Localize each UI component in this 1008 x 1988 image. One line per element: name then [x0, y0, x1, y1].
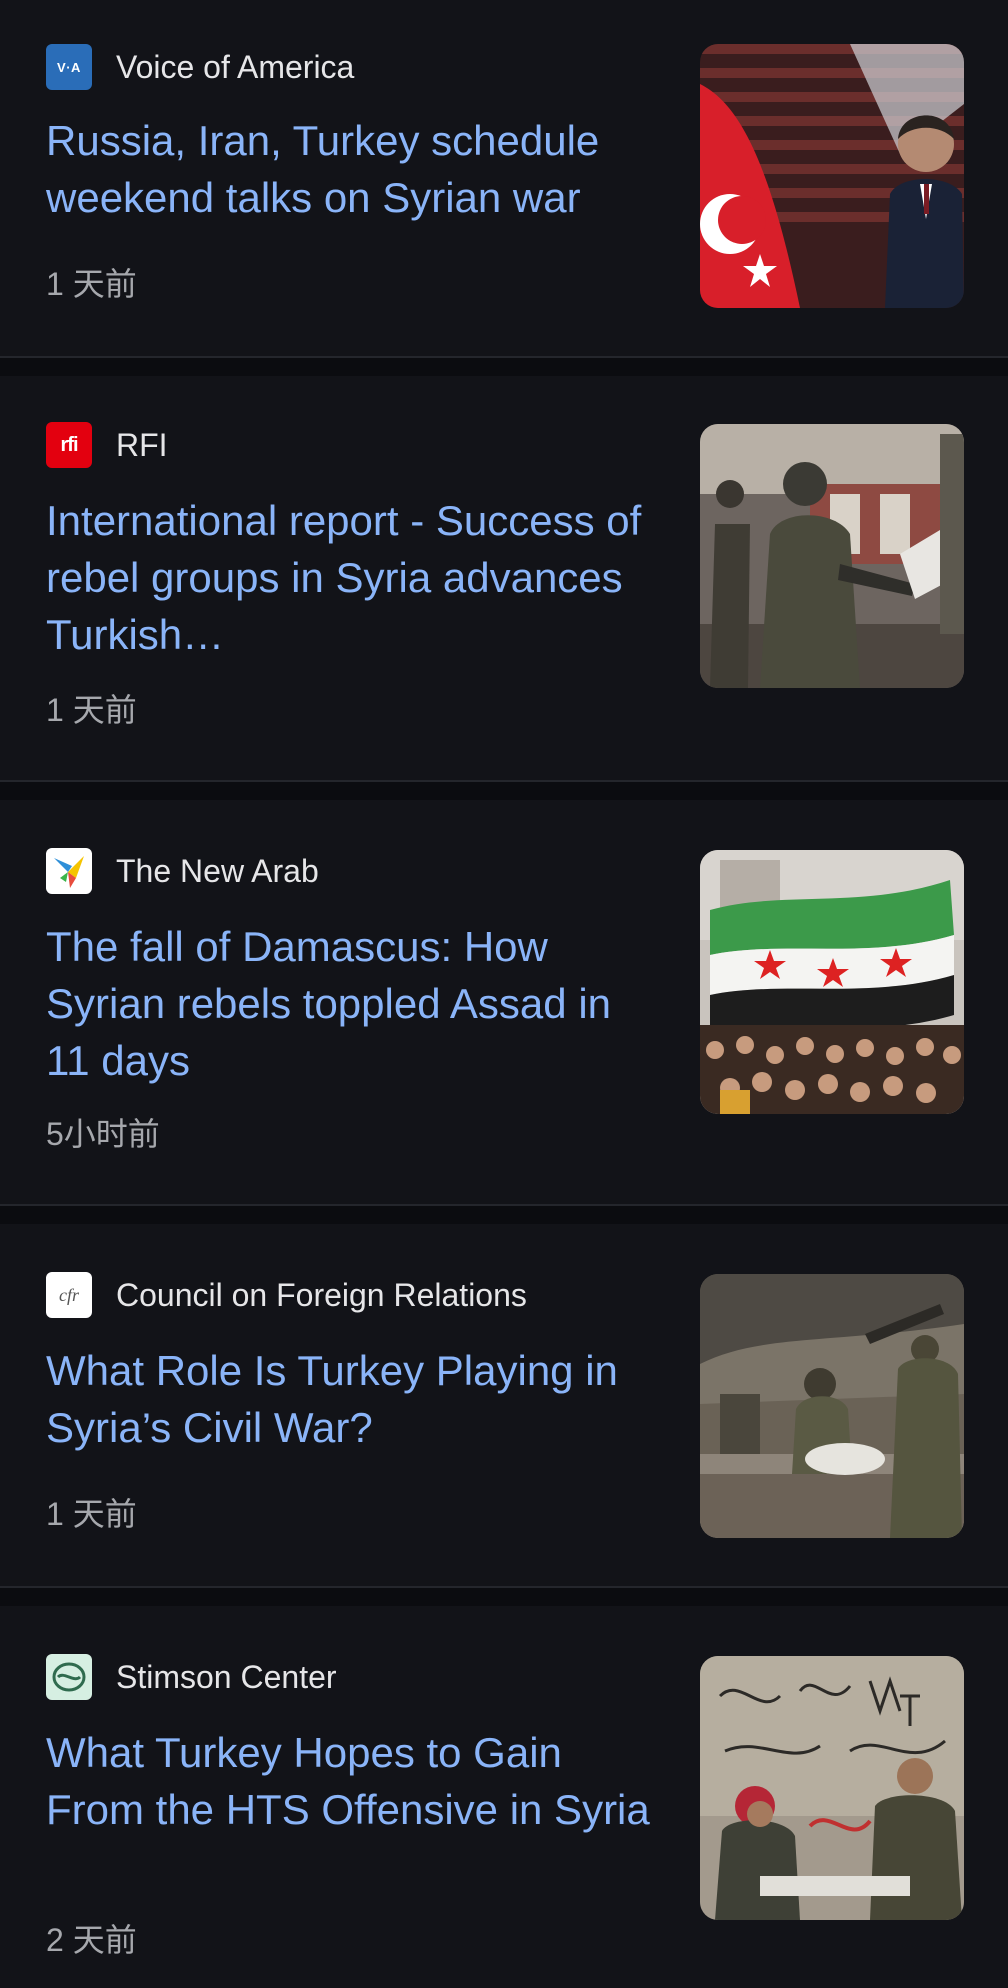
- source-name: Stimson Center: [116, 1659, 337, 1695]
- article-thumbnail[interactable]: [700, 424, 964, 688]
- source-row: Stimson Center: [46, 1654, 337, 1700]
- article-time: 1 天前: [46, 692, 137, 728]
- rebel-fighters-photo-icon: [700, 424, 964, 688]
- source-name: Voice of America: [116, 49, 355, 85]
- rfi-logo-icon: rfi: [46, 422, 92, 468]
- voa-logo-icon: V·A: [46, 44, 92, 90]
- source-row: V·A Voice of America: [46, 44, 354, 90]
- article-headline[interactable]: Russia, Iran, Turkey schedule weekend ta…: [46, 112, 666, 226]
- source-row: rfi RFI: [46, 422, 168, 468]
- new-arab-logo-icon: [46, 848, 92, 894]
- article-thumbnail[interactable]: [700, 1656, 964, 1920]
- article-time: 5小时前: [46, 1116, 160, 1152]
- article-headline[interactable]: International report - Success of rebel …: [46, 492, 666, 663]
- article-time: 1 天前: [46, 266, 137, 302]
- article-headline[interactable]: What Turkey Hopes to Gain From the HTS O…: [46, 1724, 666, 1838]
- article-card[interactable]: The New Arab The fall of Damascus: How S…: [0, 800, 1008, 1206]
- article-thumbnail[interactable]: [700, 1274, 964, 1538]
- article-time: 2 天前: [46, 1922, 137, 1958]
- turkish-flag-photo-icon: [700, 44, 964, 308]
- article-thumbnail[interactable]: [700, 44, 964, 308]
- stimson-globe-icon: [52, 1662, 86, 1692]
- article-headline[interactable]: The fall of Damascus: How Syrian rebels …: [46, 918, 666, 1089]
- logo-text: V·A: [57, 59, 81, 75]
- armed-vehicle-photo-icon: [700, 1274, 964, 1538]
- article-card[interactable]: V·A Voice of America Russia, Iran, Turke…: [0, 0, 1008, 358]
- new-arab-bird-icon: [54, 856, 84, 888]
- source-row: The New Arab: [46, 848, 319, 894]
- article-card[interactable]: rfi RFI International report - Success o…: [0, 376, 1008, 782]
- source-row: cfr Council on Foreign Relations: [46, 1272, 527, 1318]
- logo-text: cfr: [59, 1284, 79, 1305]
- stimson-logo-icon: [46, 1654, 92, 1700]
- source-name: RFI: [116, 427, 168, 463]
- logo-text: rfi: [60, 433, 79, 456]
- article-time: 1 天前: [46, 1496, 137, 1532]
- article-headline[interactable]: What Role Is Turkey Playing in Syria’s C…: [46, 1342, 666, 1456]
- source-name: Council on Foreign Relations: [116, 1277, 527, 1313]
- cfr-logo-icon: cfr: [46, 1272, 92, 1318]
- article-card[interactable]: Stimson Center What Turkey Hopes to Gain…: [0, 1606, 1008, 1988]
- news-feed: V·A Voice of America Russia, Iran, Turke…: [0, 0, 1008, 1988]
- source-name: The New Arab: [116, 853, 319, 889]
- syrian-flag-crowd-photo-icon: [700, 850, 964, 1114]
- article-card[interactable]: cfr Council on Foreign Relations What Ro…: [0, 1224, 1008, 1588]
- graffiti-wall-photo-icon: [700, 1656, 964, 1920]
- article-thumbnail[interactable]: [700, 850, 964, 1114]
